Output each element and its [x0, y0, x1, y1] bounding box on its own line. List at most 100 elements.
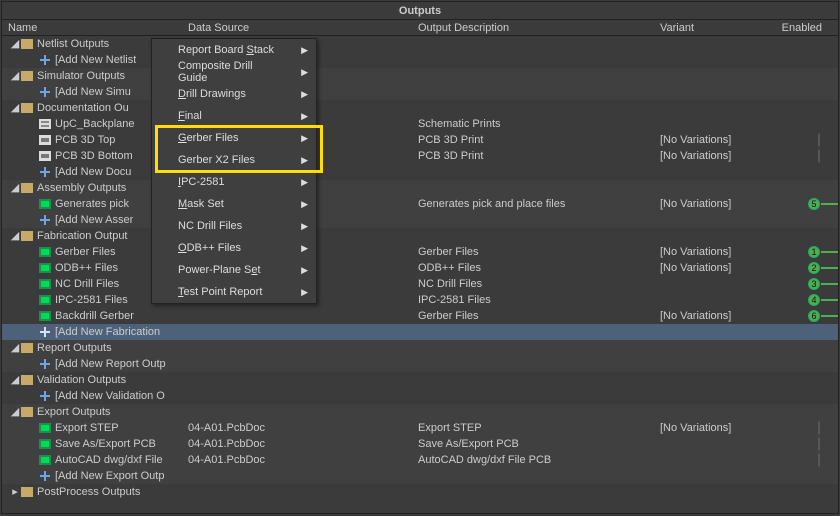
- submenu-arrow-icon: ▶: [301, 265, 308, 276]
- submenu-arrow-icon: ▶: [301, 133, 308, 144]
- export-save[interactable]: Save As/Export PCB 04-A01.PcbDoc Save As…: [2, 436, 838, 452]
- add-assembly[interactable]: [Add New Asser: [2, 212, 838, 228]
- folder-icon: [20, 486, 34, 498]
- plus-icon: [38, 86, 52, 98]
- group-postprocess[interactable]: ▸PostProcess Outputs: [2, 484, 838, 500]
- enabled-badge[interactable]: 6: [808, 310, 820, 322]
- export-autocad[interactable]: AutoCAD dwg/dxf File 04-A01.PcbDoc AutoC…: [2, 452, 838, 468]
- menu-report-board-stack[interactable]: Report Board Stack▶: [152, 39, 316, 61]
- add-export[interactable]: [Add New Export Outp: [2, 468, 838, 484]
- menu-test-point-report[interactable]: Test Point Report▶: [152, 281, 316, 303]
- menu-nc-drill-files[interactable]: NC Drill Files▶: [152, 215, 316, 237]
- group-fabrication[interactable]: ◢Fabrication Output: [2, 228, 838, 244]
- enabled-badge[interactable]: 2: [808, 262, 820, 274]
- fab-backdrill[interactable]: Backdrill Gerber Gerber Files [No Variat…: [2, 308, 838, 324]
- output-icon: [38, 262, 52, 274]
- enabled-indicator[interactable]: [818, 421, 820, 435]
- add-validation[interactable]: [Add New Validation O: [2, 388, 838, 404]
- group-report[interactable]: ◢Report Outputs: [2, 340, 838, 356]
- output-icon: [38, 422, 52, 434]
- enabled-indicator[interactable]: [818, 437, 820, 451]
- submenu-arrow-icon: ▶: [301, 287, 308, 298]
- header-variant[interactable]: Variant: [654, 20, 772, 35]
- folder-icon: [20, 38, 34, 50]
- enabled-indicator[interactable]: [818, 149, 820, 163]
- print-icon: [38, 134, 52, 146]
- expander-icon[interactable]: ◢: [10, 180, 20, 196]
- expander-icon[interactable]: ◢: [10, 36, 20, 52]
- plus-icon: [38, 54, 52, 66]
- header-description[interactable]: Output Description: [412, 20, 654, 35]
- menu-final[interactable]: Final▶: [152, 105, 316, 127]
- group-export[interactable]: ◢Export Outputs: [2, 404, 838, 420]
- expander-icon[interactable]: ◢: [10, 340, 20, 356]
- submenu-arrow-icon: ▶: [301, 177, 308, 188]
- group-validation[interactable]: ◢Validation Outputs: [2, 372, 838, 388]
- schematic-icon: [38, 118, 52, 130]
- folder-icon: [20, 102, 34, 114]
- expander-icon[interactable]: ◢: [10, 68, 20, 84]
- output-icon: [38, 278, 52, 290]
- submenu-arrow-icon: ▶: [301, 67, 308, 78]
- menu-odb-files[interactable]: ODB++ Files▶: [152, 237, 316, 259]
- menu-power-plane-set[interactable]: Power-Plane Set▶: [152, 259, 316, 281]
- enabled-badge[interactable]: 1: [808, 246, 820, 258]
- assembly-pick[interactable]: Generates pick Generates pick and place …: [2, 196, 838, 212]
- add-netlist[interactable]: [Add New Netlist: [2, 52, 838, 68]
- add-report[interactable]: [Add New Report Outp: [2, 356, 838, 372]
- doc-pcb3d-top[interactable]: PCB 3D Top PCB 3D Print [No Variations]: [2, 132, 838, 148]
- fab-ipc[interactable]: IPC-2581 Files IPC-2581 Files 4: [2, 292, 838, 308]
- menu-mask-set[interactable]: Mask Set▶: [152, 193, 316, 215]
- group-simulator[interactable]: ◢Simulator Outputs: [2, 68, 838, 84]
- output-icon: [38, 454, 52, 466]
- enabled-badge[interactable]: 5: [808, 198, 820, 210]
- submenu-arrow-icon: ▶: [301, 199, 308, 210]
- doc-pcb3d-bottom[interactable]: PCB 3D Bottom PCB 3D Print [No Variation…: [2, 148, 838, 164]
- output-icon: [38, 310, 52, 322]
- expander-icon[interactable]: ◢: [10, 404, 20, 420]
- fab-odb[interactable]: ODB++ Files ODB++ Files [No Variations] …: [2, 260, 838, 276]
- add-simulator[interactable]: [Add New Simu: [2, 84, 838, 100]
- menu-ipc-2581[interactable]: IPC-2581▶: [152, 171, 316, 193]
- menu-gerber-files[interactable]: Gerber Files▶: [152, 127, 316, 149]
- header-source[interactable]: Data Source: [182, 20, 412, 35]
- submenu-arrow-icon: ▶: [301, 111, 308, 122]
- expander-icon[interactable]: ▸: [10, 484, 20, 500]
- folder-icon: [20, 230, 34, 242]
- output-icon: [38, 198, 52, 210]
- context-menu[interactable]: Report Board Stack▶ Composite Drill Guid…: [151, 38, 317, 304]
- folder-icon: [20, 406, 34, 418]
- add-fabrication[interactable]: [Add New Fabrication: [2, 324, 838, 340]
- group-assembly[interactable]: ◢Assembly Outputs: [2, 180, 838, 196]
- expander-icon[interactable]: ◢: [10, 100, 20, 116]
- export-step[interactable]: Export STEP 04-A01.PcbDoc Export STEP [N…: [2, 420, 838, 436]
- tree-body: ◢Netlist Outputs [Add New Netlist ◢Simul…: [2, 36, 838, 500]
- plus-icon: [38, 358, 52, 370]
- expander-icon[interactable]: ◢: [10, 228, 20, 244]
- menu-drill-drawings[interactable]: Drill Drawings▶: [152, 83, 316, 105]
- header-name[interactable]: Name: [2, 20, 182, 35]
- folder-icon: [20, 182, 34, 194]
- menu-composite-drill[interactable]: Composite Drill Guide▶: [152, 61, 316, 83]
- plus-icon: [38, 390, 52, 402]
- column-headers: Name Data Source Output Description Vari…: [2, 20, 838, 36]
- plus-icon: [38, 326, 52, 338]
- folder-icon: [20, 70, 34, 82]
- menu-gerber-x2-files[interactable]: Gerber X2 Files▶: [152, 149, 316, 171]
- header-enabled[interactable]: Enabled: [772, 20, 830, 35]
- output-icon: [38, 294, 52, 306]
- group-netlist[interactable]: ◢Netlist Outputs: [2, 36, 838, 52]
- doc-upc[interactable]: UpC_Backplane Schematic Prints: [2, 116, 838, 132]
- fab-ncdrill[interactable]: NC Drill Files NC Drill Files 3: [2, 276, 838, 292]
- group-documentation[interactable]: ◢Documentation Ou: [2, 100, 838, 116]
- enabled-indicator[interactable]: [818, 453, 820, 467]
- expander-icon[interactable]: ◢: [10, 372, 20, 388]
- print-icon: [38, 150, 52, 162]
- enabled-badge[interactable]: 4: [808, 294, 820, 306]
- add-documentation[interactable]: [Add New Docu: [2, 164, 838, 180]
- enabled-badge[interactable]: 3: [808, 278, 820, 290]
- outputs-panel: Outputs Name Data Source Output Descript…: [1, 1, 839, 514]
- enabled-indicator[interactable]: [818, 133, 820, 147]
- fab-gerber[interactable]: Gerber Files Gerber Files [No Variations…: [2, 244, 838, 260]
- submenu-arrow-icon: ▶: [301, 221, 308, 232]
